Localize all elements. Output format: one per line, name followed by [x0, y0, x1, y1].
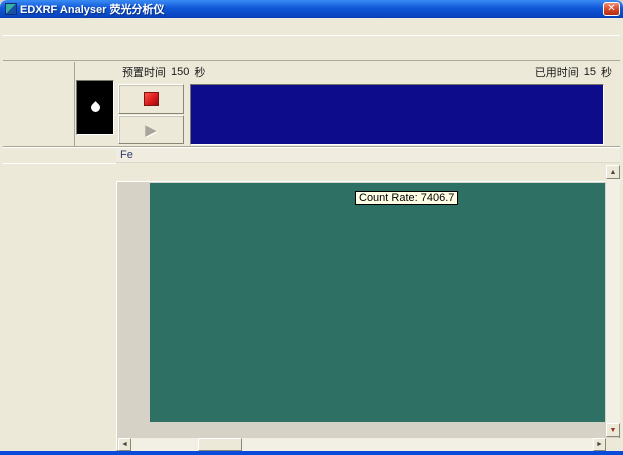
sidebar-tabs — [3, 148, 116, 164]
element-label: Fe — [120, 149, 133, 161]
x-axis-ruler — [118, 422, 606, 437]
main-panel: Fe Count Rate: 7406.7 ◄ ► ▲ ▼ — [116, 148, 620, 451]
sample-indicator — [76, 80, 114, 135]
stop-button[interactable] — [118, 84, 184, 114]
acquisition-status-row: 预置时间 150 秒 已用时间 15 秒 — [116, 62, 620, 82]
instrument-button-panel — [3, 62, 75, 146]
spectrum-chart-svg — [150, 183, 605, 422]
app-window: EDXRF Analyser 荧光分析仪 ✕ ▶ 预置时间 150 秒 已用时间… — [0, 0, 623, 455]
start-button[interactable]: ▶ — [118, 115, 184, 144]
vertical-scrollbar[interactable]: ▲ ▼ — [606, 165, 620, 437]
water-drop-icon — [89, 101, 102, 114]
play-icon: ▶ — [145, 121, 157, 139]
y-axis-ruler — [118, 183, 150, 422]
scroll-down-button[interactable]: ▼ — [606, 423, 620, 437]
scrollbar-corner — [606, 438, 620, 451]
lines-table — [3, 358, 116, 450]
spectrum-chart[interactable]: Count Rate: 7406.7 — [150, 183, 605, 422]
stop-icon — [144, 92, 159, 106]
scroll-left-button[interactable]: ◄ — [118, 438, 131, 451]
elapsed-time-label: 已用时间 — [535, 64, 579, 80]
close-button[interactable]: ✕ — [603, 2, 620, 16]
chart-tabs — [116, 163, 620, 181]
app-icon — [5, 3, 17, 15]
toolbar — [3, 35, 620, 61]
spectrum-display-buttons — [605, 84, 622, 145]
title-bar[interactable]: EDXRF Analyser 荧光分析仪 ✕ — [0, 0, 623, 18]
scroll-up-button[interactable]: ▲ — [606, 165, 620, 179]
live-spectrum-display[interactable] — [190, 84, 604, 145]
menu-bar — [3, 18, 620, 35]
preset-time-label: 预置时间 — [122, 64, 166, 80]
elapsed-time-value: 15 — [584, 66, 596, 78]
preset-time-unit: 秒 — [194, 64, 205, 80]
window-border — [0, 451, 623, 455]
count-rate-tooltip: Count Rate: 7406.7 — [355, 191, 458, 205]
scroll-right-button[interactable]: ► — [593, 438, 606, 451]
elapsed-time-unit: 秒 — [601, 64, 612, 80]
horizontal-scroll-thumb[interactable] — [198, 438, 242, 451]
element-bar: Fe — [116, 148, 620, 163]
horizontal-scrollbar[interactable]: ◄ ► — [118, 438, 606, 451]
window-title: EDXRF Analyser 荧光分析仪 — [20, 1, 164, 17]
live-spectrum-svg — [191, 85, 603, 144]
preset-time-value: 150 — [171, 66, 189, 78]
sidebar — [3, 148, 116, 451]
